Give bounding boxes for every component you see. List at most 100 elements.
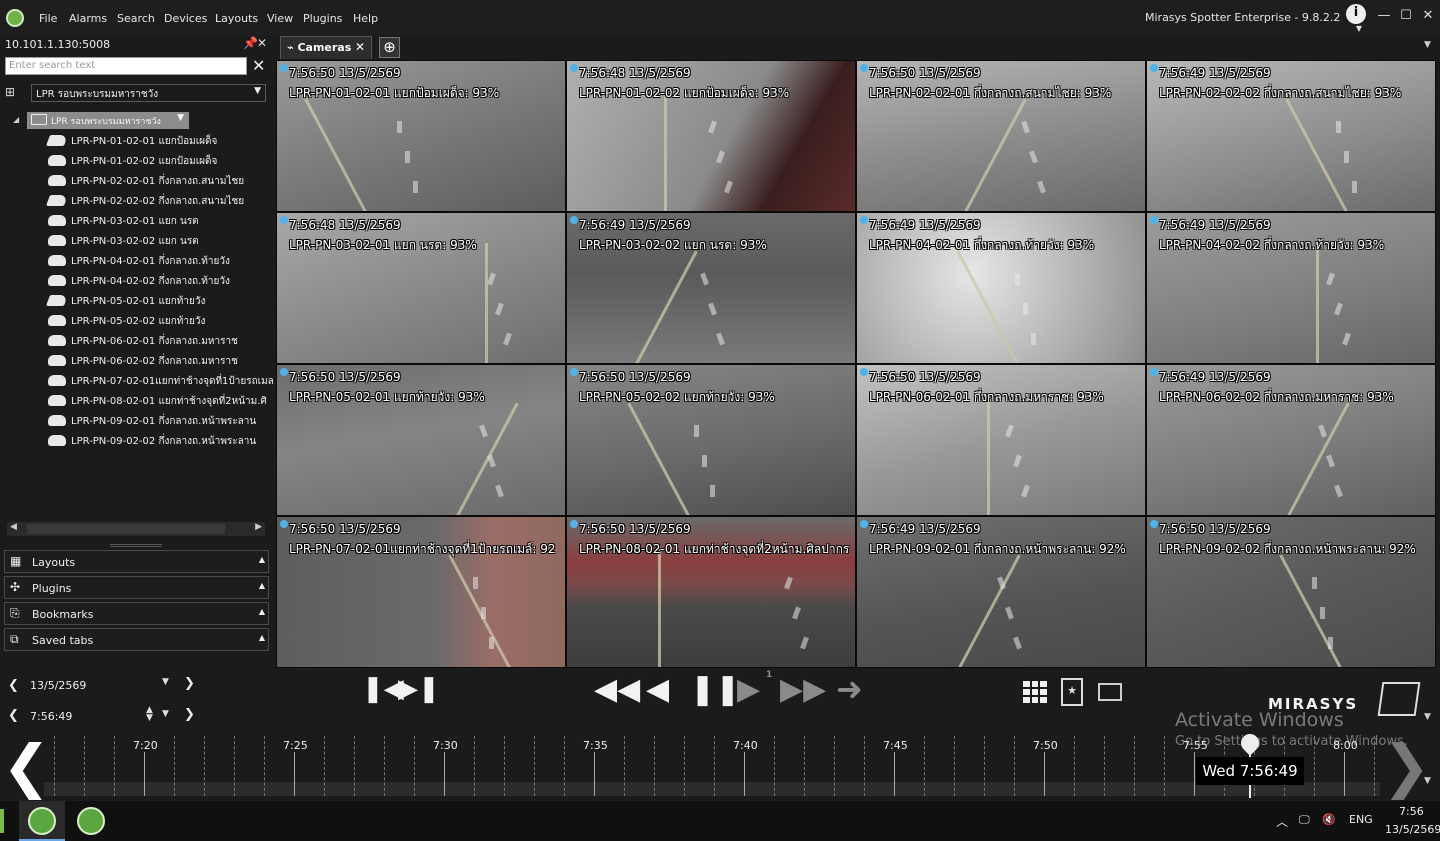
next-day-icon[interactable]: ❯ (184, 676, 195, 691)
fast-forward-icon[interactable]: ▶▶ (780, 672, 826, 707)
volume-muted-icon[interactable]: 🔇 (1322, 813, 1336, 826)
menu-devices[interactable]: Devices (164, 12, 207, 25)
timeline-forward-icon[interactable]: ❯ (1382, 737, 1431, 798)
menu-view[interactable]: View (267, 12, 293, 25)
mirasys-taskbar-icon-2[interactable] (77, 807, 105, 835)
camera-view[interactable]: 7:56:49 13/5/2569 LPR-PN-04-02-02 กึ่งกลา… (1146, 212, 1436, 364)
dome-camera-icon (48, 335, 66, 346)
panel-bookmarks[interactable]: ⎘ Bookmarks ▲ (4, 602, 269, 625)
timeline-menu-icon[interactable]: ▼ (1424, 776, 1431, 786)
menu-file[interactable]: File (39, 12, 57, 25)
tab-bar: ⌁ Cameras ✕ ⊕ ▼ (276, 36, 1440, 59)
lane-dash (503, 332, 512, 346)
step-forward-frame-icon[interactable]: ▶❚ (398, 674, 440, 704)
panel-saved-tabs[interactable]: ⧉ Saved tabs ▲ (4, 628, 269, 651)
prev-day-icon[interactable]: ❮ (8, 678, 19, 693)
search-input[interactable]: Enter search text (5, 57, 247, 75)
device-group-select[interactable]: LPR รอบพระบรมมหาราชวัง ▼ (31, 84, 266, 102)
panel-close-icon[interactable]: ✕ (257, 36, 267, 50)
play-icon[interactable]: ▶ (737, 672, 760, 707)
next-time-icon[interactable]: ❯ (184, 707, 195, 722)
camera-view[interactable]: 7:56:50 13/5/2569 LPR-PN-06-02-01 กึ่งกลา… (856, 364, 1146, 516)
camera-view[interactable]: 7:56:50 13/5/2569 LPR-PN-08-02-01 แยกท่าช… (566, 516, 856, 668)
timeline-cursor-pin-icon[interactable] (1237, 730, 1263, 756)
timeline-minor-tick (804, 736, 805, 796)
scroll-thumb[interactable] (27, 524, 225, 534)
camera-view[interactable]: 7:56:48 13/5/2569 LPR-PN-01-02-02 แยกป้อม… (566, 60, 856, 212)
tab-menu-icon[interactable]: ▼ (1424, 40, 1431, 50)
timeline-minor-tick (114, 736, 115, 796)
camera-view[interactable]: 7:56:50 13/5/2569 LPR-PN-05-02-02 แยกท้าย… (566, 364, 856, 516)
timeline-minor-tick (1374, 736, 1375, 796)
app-logo-icon[interactable] (6, 9, 24, 27)
controls-menu-icon[interactable]: ▼ (1424, 712, 1431, 722)
menu-layouts[interactable]: Layouts (215, 12, 258, 25)
date-value[interactable]: 13/5/2569 (30, 679, 86, 692)
camera-view[interactable]: 7:56:50 13/5/2569 LPR-PN-09-02-02 กึ่งกลา… (1146, 516, 1436, 668)
horizontal-scrollbar[interactable]: ◀ ▶ (7, 522, 265, 536)
camera-grid: 7:56:50 13/5/2569 LPR-PN-01-02-01 แยกป้อม… (276, 60, 1440, 668)
add-tab-button[interactable]: ⊕ (379, 37, 400, 58)
panel-layouts[interactable]: ▦ Layouts ▲ (4, 550, 269, 573)
minimize-button[interactable]: — (1375, 7, 1393, 25)
lane-dash (1344, 151, 1349, 163)
clear-search-icon[interactable]: ✕ (252, 56, 265, 75)
panel-plugins[interactable]: ✣ Plugins ▲ (4, 576, 269, 599)
menu-search[interactable]: Search (117, 12, 155, 25)
timeline-minor-tick (234, 736, 235, 796)
time-value[interactable]: 7:56:49 (30, 710, 72, 723)
fast-rewind-icon[interactable]: ◀◀ (594, 672, 640, 707)
pause-icon[interactable]: ❚❚ (690, 672, 740, 707)
menu-plugins[interactable]: Plugins (303, 12, 342, 25)
recording-indicator-icon (860, 64, 868, 72)
close-tab-icon[interactable]: ✕ (355, 40, 365, 54)
scroll-left-icon[interactable]: ◀ (10, 522, 17, 532)
camera-timestamp: 7:56:49 13/5/2569 (1159, 370, 1271, 384)
timeline-minor-tick (174, 736, 175, 796)
resize-grip[interactable] (110, 544, 162, 547)
time-spin-icon[interactable]: ▲ ▼ (146, 706, 153, 723)
play-backward-icon[interactable]: ◀ (646, 672, 669, 707)
tray-chevron-icon[interactable]: ︿ (1276, 813, 1288, 830)
folder-icon (31, 114, 47, 125)
network-icon[interactable]: 🖵 (1299, 813, 1310, 827)
timeline[interactable]: 7:20 7:25 7:30 7:35 7:40 7:45 7:50 7:55 8:00 ❮ ❯… (0, 730, 1440, 800)
timeline-label: 7:45 (883, 739, 908, 752)
close-window-button[interactable]: ✕ (1419, 7, 1437, 25)
add-bookmark-icon[interactable]: ★ (1061, 678, 1083, 706)
camera-view[interactable]: 7:56:49 13/5/2569 LPR-PN-04-02-01 กึ่งกลา… (856, 212, 1146, 364)
timeline-minor-tick (324, 736, 325, 796)
layout-grid-icon[interactable] (1023, 681, 1047, 703)
menu-help[interactable]: Help (353, 12, 378, 25)
camera-folder[interactable]: LPR รอบพระบรมมหาราชวัง ▼ (27, 112, 189, 129)
camera-view[interactable]: 7:56:48 13/5/2569 LPR-PN-03-02-01 แยก นรต… (276, 212, 566, 364)
maximize-button[interactable]: ☐ (1397, 7, 1415, 25)
go-live-icon[interactable]: ➜ (836, 670, 863, 708)
menu-alarms[interactable]: Alarms (69, 12, 107, 25)
folder-label: LPR รอบพระบรมมหาราชวัง (51, 117, 161, 127)
timeline-track[interactable] (44, 782, 1380, 796)
export-video-icon[interactable] (1098, 683, 1122, 701)
camera-view[interactable]: 7:56:50 13/5/2569 LPR-PN-01-02-01 แยกป้อม… (276, 60, 566, 212)
time-dropdown-icon[interactable]: ▼ (162, 709, 169, 719)
camera-view[interactable]: 7:56:50 13/5/2569 LPR-PN-07-02-01แยกท่าช้… (276, 516, 566, 668)
language-indicator[interactable]: ENG (1349, 813, 1373, 826)
timeline-back-icon[interactable]: ❮ (2, 737, 51, 798)
prev-time-icon[interactable]: ❮ (8, 708, 19, 723)
collapse-icon[interactable]: ◢ (13, 115, 19, 124)
camera-view[interactable]: 7:56:50 13/5/2569 LPR-PN-02-02-01 กึ่งกลา… (856, 60, 1146, 212)
camera-view[interactable]: 7:56:49 13/5/2569 LPR-PN-03-02-02 แยก นรต… (566, 212, 856, 364)
camera-view[interactable]: 7:56:50 13/5/2569 LPR-PN-05-02-01 แยกท้าย… (276, 364, 566, 516)
pin-icon[interactable]: 📌 (243, 36, 258, 50)
date-dropdown-icon[interactable]: ▼ (162, 677, 169, 687)
camera-view[interactable]: 7:56:49 13/5/2569 LPR-PN-09-02-01 กึ่งกลา… (856, 516, 1146, 668)
tab-cameras[interactable]: ⌁ Cameras ✕ (280, 36, 372, 59)
clock-time[interactable]: 7:56 (1399, 805, 1424, 818)
camera-view[interactable]: 7:56:49 13/5/2569 LPR-PN-02-02-02 กึ่งกลา… (1146, 60, 1436, 212)
timeline-minor-tick (924, 736, 925, 796)
scroll-right-icon[interactable]: ▶ (255, 522, 262, 532)
mirasys-taskbar-icon[interactable] (28, 807, 56, 835)
tree-view-icon[interactable]: ⊞ (5, 85, 23, 101)
clock-date[interactable]: 13/5/2569 (1385, 823, 1440, 836)
camera-view[interactable]: 7:56:49 13/5/2569 LPR-PN-06-02-02 กึ่งกลา… (1146, 364, 1436, 516)
